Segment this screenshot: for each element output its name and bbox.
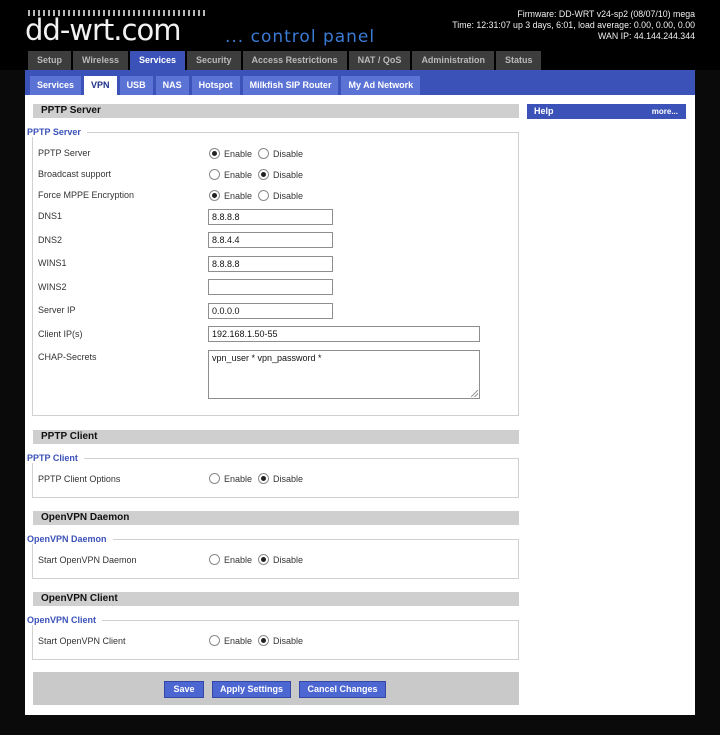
legend-openvpn-client: OpenVPN Client	[27, 615, 103, 625]
tab-wireless[interactable]: Wireless	[73, 51, 128, 70]
radio-dot[interactable]	[258, 190, 269, 201]
firmware-info: Firmware: DD-WRT v24-sp2 (08/07/10) mega…	[452, 9, 695, 42]
chap-secrets-textarea[interactable]: vpn_user * vpn_password *	[208, 350, 480, 399]
radio-dot[interactable]	[258, 148, 269, 159]
radio-dot[interactable]	[209, 635, 220, 646]
radio-broadcast-enable[interactable]: Enable	[209, 169, 252, 180]
radio-label: Enable	[224, 473, 253, 484]
cancel-changes-button[interactable]: Cancel Changes	[299, 681, 386, 698]
help-panel-header: Help more...	[527, 104, 686, 119]
label-server-ip: Server IP	[38, 305, 76, 315]
tab-setup[interactable]: Setup	[28, 51, 72, 70]
dns2-field[interactable]: 8.8.4.4	[208, 232, 333, 248]
radio-mppe-enable[interactable]: Enable	[209, 190, 252, 201]
radio-label: Disable	[273, 473, 304, 484]
radio-pptp-client-disable[interactable]: Disable	[258, 473, 303, 484]
section-title-pptp-client: PPTP Client	[33, 430, 519, 444]
section-title-openvpn-client: OpenVPN Client	[33, 592, 519, 606]
control-panel-subtitle: ... control panel	[225, 27, 376, 47]
legend-pptp-server: PPTP Server	[27, 127, 87, 137]
help-more-link[interactable]: more...	[652, 104, 678, 119]
radio-mppe-disable[interactable]: Disable	[258, 190, 303, 201]
wins1-field[interactable]: 8.8.8.8	[208, 256, 333, 272]
legend-pptp-client: PPTP Client	[27, 453, 84, 463]
radio-label: Disable	[273, 169, 304, 180]
label-pptp-server: PPTP Server	[38, 148, 91, 158]
dns1-field[interactable]: 8.8.8.8	[208, 209, 333, 225]
radio-openvpn-daemon-enable[interactable]: Enable	[209, 554, 252, 565]
radio-dot[interactable]	[209, 148, 220, 159]
apply-settings-button[interactable]: Apply Settings	[212, 681, 291, 698]
radio-pptp-server-enable[interactable]: Enable	[209, 148, 252, 159]
legend-openvpn-daemon: OpenVPN Daemon	[27, 534, 113, 544]
subtab-services[interactable]: Services	[30, 76, 82, 95]
radio-label: Enable	[224, 635, 253, 646]
help-title: Help	[534, 106, 554, 116]
label-force-mppe: Force MPPE Encryption	[38, 190, 135, 200]
radio-label: Enable	[224, 148, 253, 159]
label-dns1: DNS1	[38, 211, 63, 221]
radio-pptp-client-enable[interactable]: Enable	[209, 473, 252, 484]
radio-dot[interactable]	[209, 190, 220, 201]
subtab-nas[interactable]: NAS	[155, 76, 189, 95]
radio-dot[interactable]	[258, 554, 269, 565]
chap-secrets-text: vpn_user * vpn_password *	[212, 353, 322, 363]
tab-services[interactable]: Services	[129, 51, 186, 70]
radio-openvpn-daemon-disable[interactable]: Disable	[258, 554, 303, 565]
firmware-version: Firmware: DD-WRT v24-sp2 (08/07/10) mega	[517, 9, 695, 19]
main-tabs: Setup Wireless Services Security Access …	[28, 51, 543, 70]
subtab-my-ad-network[interactable]: My Ad Network	[341, 76, 421, 95]
radio-label: Enable	[224, 190, 253, 201]
section-title-openvpn-daemon: OpenVPN Daemon	[33, 511, 519, 525]
wins2-field[interactable]	[208, 279, 333, 295]
label-wins1: WINS1	[38, 258, 67, 268]
label-dns2: DNS2	[38, 235, 63, 245]
tab-nat-qos[interactable]: NAT / QoS	[348, 51, 411, 70]
radio-label: Disable	[273, 190, 304, 201]
subtab-hotspot[interactable]: Hotspot	[191, 76, 240, 95]
radio-label: Disable	[273, 148, 304, 159]
tab-status[interactable]: Status	[495, 51, 542, 70]
radio-dot[interactable]	[209, 169, 220, 180]
wan-ip: WAN IP: 44.144.244.344	[598, 31, 695, 41]
radio-dot[interactable]	[209, 554, 220, 565]
label-start-openvpn-daemon: Start OpenVPN Daemon	[38, 555, 137, 565]
radio-broadcast-disable[interactable]: Disable	[258, 169, 303, 180]
radio-label: Enable	[224, 554, 253, 565]
radio-openvpn-client-disable[interactable]: Disable	[258, 635, 303, 646]
label-client-ips: Client IP(s)	[38, 329, 83, 339]
radio-openvpn-client-enable[interactable]: Enable	[209, 635, 252, 646]
client-ips-field[interactable]: 192.168.1.50-55	[208, 326, 480, 342]
subtab-vpn[interactable]: VPN	[84, 76, 117, 95]
radio-label: Disable	[273, 554, 304, 565]
label-broadcast-support: Broadcast support	[38, 169, 112, 179]
label-start-openvpn-client: Start OpenVPN Client	[38, 636, 126, 646]
radio-dot[interactable]	[258, 635, 269, 646]
label-wins2: WINS2	[38, 282, 67, 292]
radio-label: Enable	[224, 169, 253, 180]
radio-pptp-server-disable[interactable]: Disable	[258, 148, 303, 159]
radio-label: Disable	[273, 635, 304, 646]
server-ip-field[interactable]: 0.0.0.0	[208, 303, 333, 319]
label-pptp-client-options: PPTP Client Options	[38, 474, 121, 484]
subtab-milkfish[interactable]: Milkfish SIP Router	[242, 76, 339, 95]
resize-grip-icon[interactable]	[471, 390, 478, 397]
sub-tabs: Services VPN USB NAS Hotspot Milkfish SI…	[30, 76, 423, 95]
save-button[interactable]: Save	[164, 681, 204, 698]
section-title-pptp-server: PPTP Server	[33, 104, 519, 118]
tab-security[interactable]: Security	[187, 51, 241, 70]
label-chap-secrets: CHAP-Secrets	[38, 352, 97, 362]
uptime: Time: 12:31:07 up 3 days, 6:01, load ave…	[452, 20, 695, 30]
logo: dd-wrt.com	[25, 13, 181, 47]
tab-administration[interactable]: Administration	[412, 51, 494, 70]
subtab-usb[interactable]: USB	[119, 76, 153, 95]
radio-dot[interactable]	[209, 473, 220, 484]
tab-access-restrictions[interactable]: Access Restrictions	[242, 51, 347, 70]
radio-dot[interactable]	[258, 473, 269, 484]
radio-dot[interactable]	[258, 169, 269, 180]
